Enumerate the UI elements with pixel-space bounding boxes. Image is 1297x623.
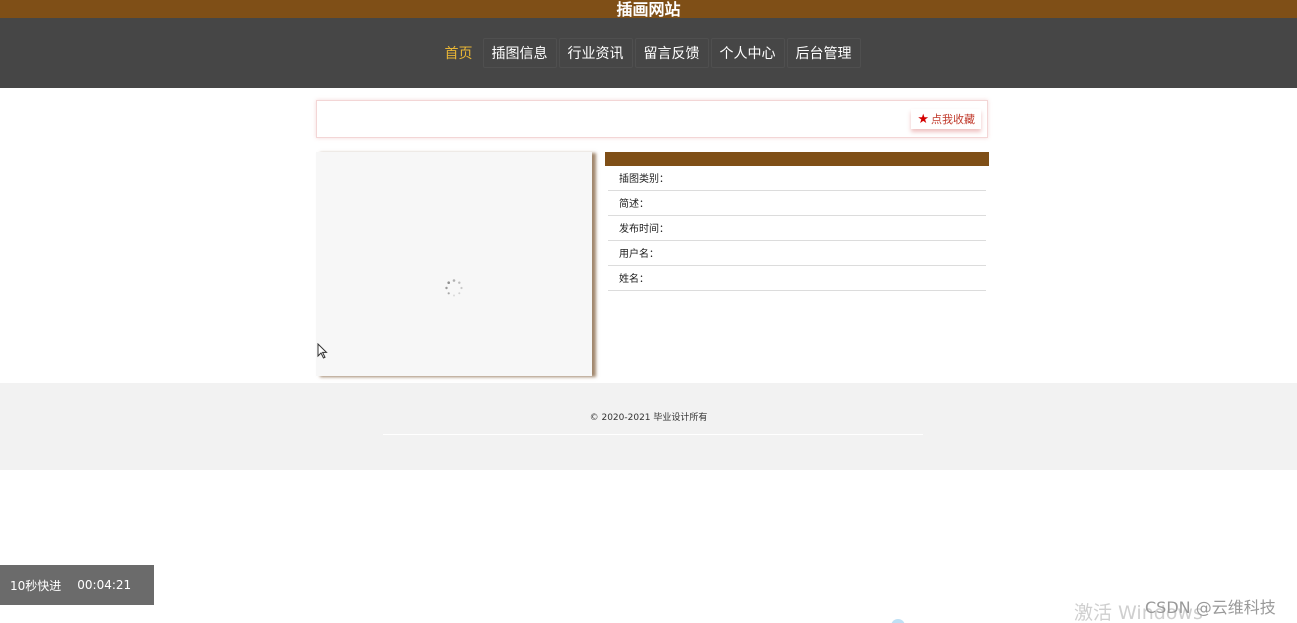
nav-item-home[interactable]: 首页 — [437, 39, 481, 67]
site-title-bar: 插画网站 — [0, 0, 1297, 18]
favorite-bar: ★ 点我收藏 — [316, 100, 988, 138]
nav-item-illustrations[interactable]: 插图信息 — [482, 38, 557, 68]
illustration-details: 插图类别： 简述： 发布时间： 用户名： 姓名： — [605, 152, 989, 302]
details-header — [605, 152, 989, 166]
fast-forward-button[interactable]: 10秒快进 — [10, 577, 61, 594]
csdn-watermark: CSDN @云维科技 — [1145, 598, 1276, 617]
video-player-bar: 10秒快进 00:04:21 — [0, 565, 154, 605]
nav-item-feedback[interactable]: 留言反馈 — [634, 38, 709, 68]
playback-time: 00:04:21 — [77, 578, 132, 592]
detail-label: 发布时间： — [619, 224, 669, 235]
mouse-cursor-icon — [317, 343, 328, 359]
main-navigation: 首页 插图信息 行业资讯 留言反馈 个人中心 后台管理 — [0, 18, 1297, 88]
blue-blip-icon — [891, 619, 905, 623]
nav-item-personal-center[interactable]: 个人中心 — [710, 38, 785, 68]
detail-row-summary: 简述： — [608, 191, 986, 216]
loading-spinner-icon — [445, 279, 463, 297]
detail-row-publish-time: 发布时间： — [608, 216, 986, 241]
detail-row-category: 插图类别： — [608, 166, 986, 191]
site-title: 插画网站 — [616, 0, 681, 19]
page-footer: © 2020-2021 毕业设计所有 — [0, 383, 1297, 470]
star-icon: ★ — [917, 111, 929, 127]
detail-label: 插图类别： — [619, 174, 669, 185]
favorite-label: 点我收藏 — [931, 113, 975, 126]
detail-label: 简述： — [619, 199, 649, 210]
favorite-button[interactable]: ★ 点我收藏 — [911, 109, 981, 129]
footer-divider — [383, 434, 923, 435]
nav-item-admin[interactable]: 后台管理 — [786, 38, 861, 68]
detail-label: 姓名： — [619, 274, 649, 285]
nav-item-industry-news[interactable]: 行业资讯 — [558, 38, 633, 68]
detail-row-name: 姓名： — [608, 266, 986, 291]
illustration-image-panel — [316, 152, 592, 376]
detail-label: 用户名： — [619, 249, 659, 260]
copyright-text: © 2020-2021 毕业设计所有 — [589, 413, 708, 423]
detail-row-username: 用户名： — [608, 241, 986, 266]
